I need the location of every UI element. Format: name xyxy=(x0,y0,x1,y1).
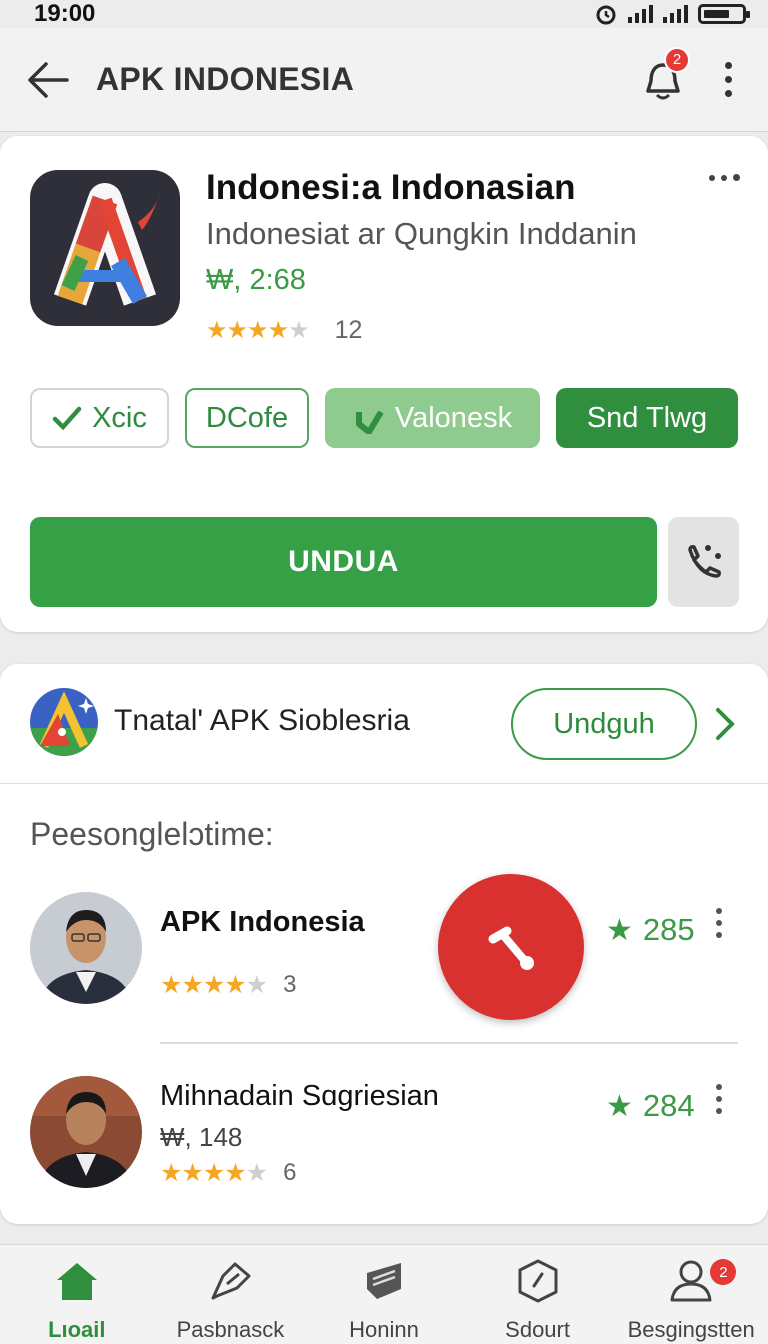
chip-label: Snd Tlwg xyxy=(586,401,708,434)
person-price: ₩, 148 xyxy=(160,1122,243,1152)
nav-label: Sdourt xyxy=(505,1317,570,1342)
signal-icon xyxy=(628,5,653,23)
review-count: 3 xyxy=(283,971,297,998)
app-rating: ★★★★★ 12 xyxy=(206,316,362,345)
hammer-icon xyxy=(488,926,534,970)
status-bar: 19:00 xyxy=(0,0,768,28)
chip-xcic[interactable]: Xcic xyxy=(30,388,169,448)
rating-stars: ★★★★★ xyxy=(160,971,268,999)
nav-label: Honinn xyxy=(349,1317,419,1342)
app-subtitle: Indonesiat ar Qungkin Inddanin xyxy=(206,216,637,251)
check-icon xyxy=(355,410,384,434)
list-item[interactable]: APK Indonesia ★★★★★ 3 ★ 285 xyxy=(0,886,768,1036)
app-price: ₩, 2:68 xyxy=(206,264,306,296)
back-button[interactable] xyxy=(0,28,96,132)
promo-text: Tnatal' APK Sioblesria xyxy=(114,704,410,737)
app-bar: APK INDONESIA 2 xyxy=(0,28,768,132)
divider xyxy=(160,1042,738,1044)
bookmark-icon xyxy=(206,1257,254,1305)
page-title: APK INDONESIA xyxy=(96,61,355,97)
chip-valonesk[interactable]: Valonesk xyxy=(325,388,540,448)
rating-stars: ★★★★★ xyxy=(206,317,310,344)
list-item[interactable]: Mihnadain Sɑgriesian ₩, 148 ★★★★★ 6 ★ 28… xyxy=(0,1070,768,1220)
score-value: 284 xyxy=(642,1088,695,1123)
avatar xyxy=(30,1076,142,1188)
app-name: Indonesi:a Indonasian xyxy=(206,168,576,207)
person-score: ★ 285 xyxy=(606,912,695,948)
nav-item-home[interactable]: Lıoail xyxy=(0,1245,154,1344)
star-icon: ★ xyxy=(606,1089,633,1123)
review-count: 6 xyxy=(283,1159,297,1186)
chip-label: Valonesk xyxy=(394,401,513,434)
nav-label: Pasbnasck xyxy=(176,1317,285,1342)
app-logo-icon xyxy=(30,170,180,326)
nav-label: Besgingstten xyxy=(627,1317,755,1342)
kebab-menu-icon xyxy=(724,62,732,97)
store-icon xyxy=(360,1257,408,1305)
notifications-button[interactable]: 2 xyxy=(628,45,698,115)
chip-dcofe[interactable]: DCofe xyxy=(185,388,309,448)
promo-row: Tnatal' APK Sioblesria Undguh xyxy=(0,664,768,784)
home-icon xyxy=(53,1257,101,1305)
profile-badge: 2 xyxy=(710,1259,737,1285)
check-icon xyxy=(52,406,82,431)
promo-download-button[interactable]: Undguh xyxy=(511,688,697,760)
status-time: 19:00 xyxy=(34,0,96,27)
chevron-right-icon[interactable] xyxy=(708,704,742,744)
profile-icon xyxy=(667,1257,715,1305)
chip-label: DCofe xyxy=(205,401,289,434)
person-score: ★ 284 xyxy=(606,1088,695,1124)
bottom-nav: Lıoail Pasbnasck Honinn Sdourt 2 Besging… xyxy=(0,1244,768,1344)
person-name: APK Indonesia xyxy=(160,906,365,938)
clock-icon xyxy=(514,1257,562,1305)
nav-item-profile[interactable]: 2 Besgingstten xyxy=(614,1245,768,1344)
overflow-menu-button[interactable] xyxy=(698,45,758,115)
fab-tool-button[interactable] xyxy=(438,874,584,1020)
battery-icon xyxy=(698,4,750,24)
download-button[interactable]: UNDUA xyxy=(30,517,657,607)
app-detail-card: Indonesi:a Indonasian Indonesiat ar Qung… xyxy=(0,136,768,632)
promo-logo-icon xyxy=(30,688,98,756)
card-more-button[interactable] xyxy=(709,174,740,181)
notification-badge: 2 xyxy=(664,46,690,73)
person-name: Mihnadain Sɑgriesian xyxy=(160,1080,439,1112)
nav-item-history[interactable]: Sdourt xyxy=(461,1245,615,1344)
person-rating: ★★★★★ 3 xyxy=(160,970,296,1000)
person-rating: ★★★★★ 6 xyxy=(160,1158,296,1188)
avatar xyxy=(30,892,142,1004)
phone-icon xyxy=(687,545,721,578)
status-icons xyxy=(594,3,750,25)
nav-item-store[interactable]: Honinn xyxy=(307,1245,461,1344)
rating-count: 12 xyxy=(334,316,363,344)
item-menu-button[interactable] xyxy=(716,1084,722,1114)
section-title: Peesonglelɔtime: xyxy=(30,816,274,852)
arrow-left-icon xyxy=(28,61,69,98)
alarm-icon xyxy=(596,5,616,25)
rating-stars: ★★★★★ xyxy=(160,1159,268,1187)
signal-icon-2 xyxy=(663,5,688,23)
tag-chips: Xcic DCofe Valonesk Snd Tlwg xyxy=(30,388,738,448)
chip-snd-tlwg[interactable]: Snd Tlwg xyxy=(556,388,738,448)
star-icon: ★ xyxy=(606,913,633,947)
nav-label: Lıoail xyxy=(48,1317,106,1342)
share-button[interactable] xyxy=(668,517,739,607)
list-card: Tnatal' APK Sioblesria Undguh Peesonglel… xyxy=(0,664,768,1224)
score-value: 285 xyxy=(642,912,695,947)
chip-label: Xcic xyxy=(92,401,147,434)
nav-item-bookmarks[interactable]: Pasbnasck xyxy=(154,1245,308,1344)
item-menu-button[interactable] xyxy=(716,908,722,938)
